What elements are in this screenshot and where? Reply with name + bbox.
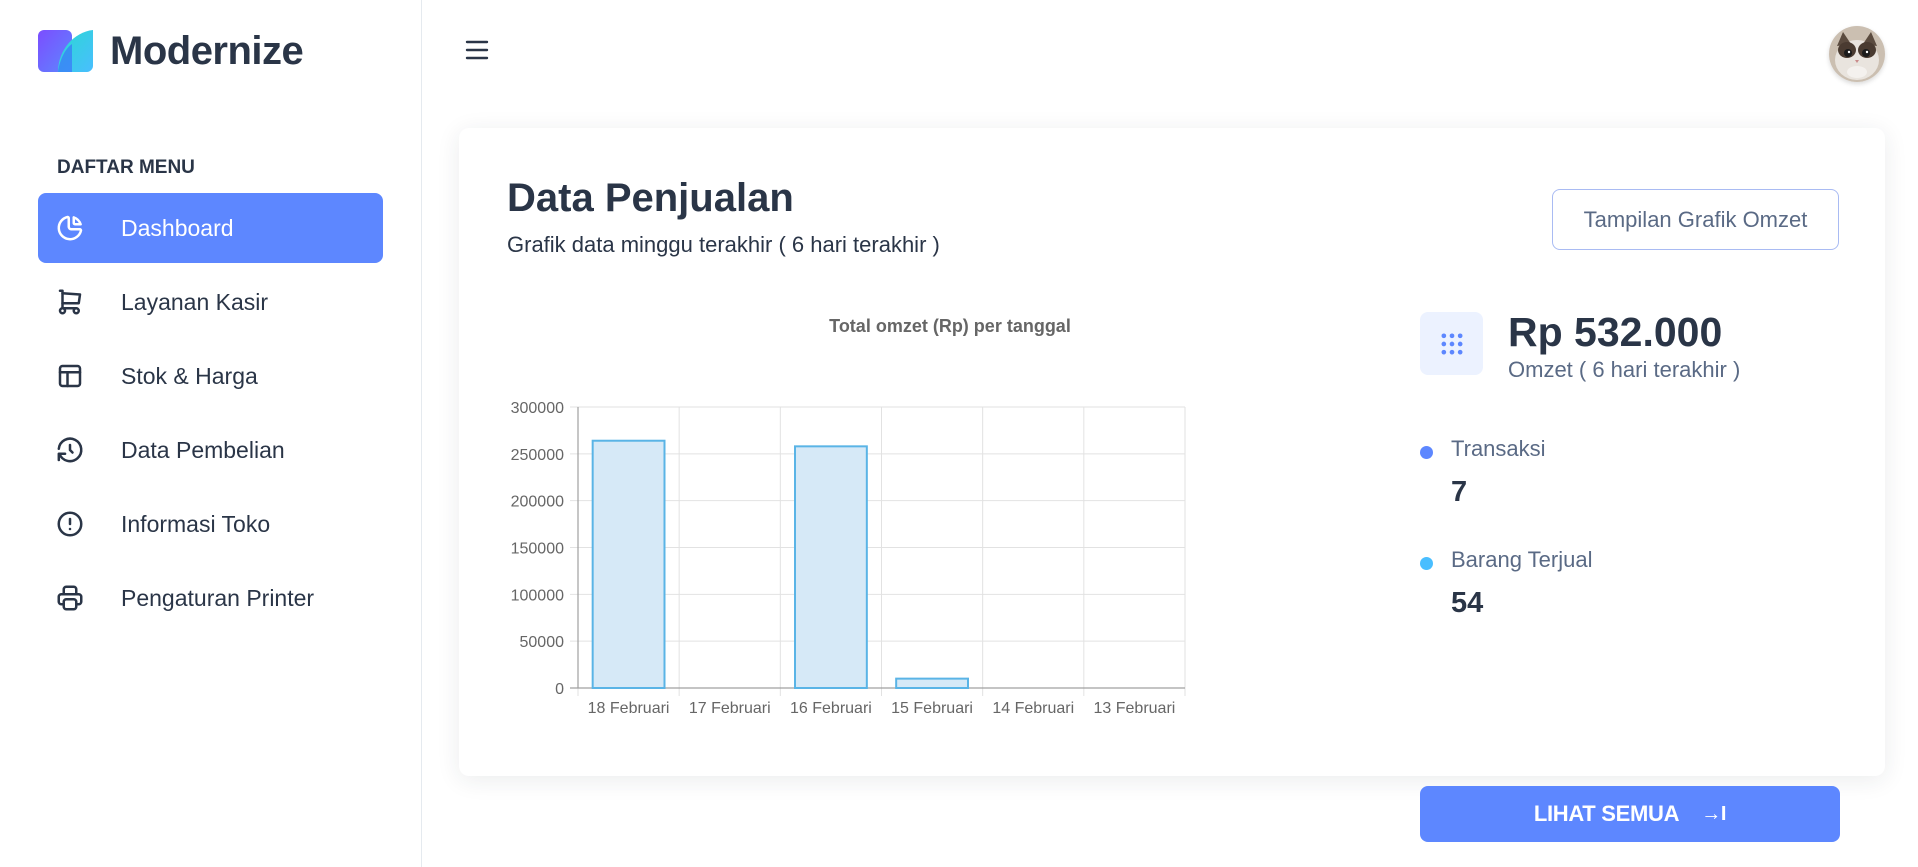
omzet-stat: Rp 532.000 Omzet ( 6 hari terakhir ) xyxy=(1420,312,1840,383)
x-tick-label: 15 Februari xyxy=(891,700,973,717)
sidebar-item-label: Pengaturan Printer xyxy=(121,584,315,611)
x-tick-label: 17 Februari xyxy=(689,700,771,717)
omzet-label: Omzet ( 6 hari terakhir ) xyxy=(1508,357,1741,382)
sidebar-item-informasi-toko[interactable]: Informasi Toko xyxy=(38,489,383,559)
hamburger-icon[interactable] xyxy=(464,38,490,62)
sidebar-item-dashboard[interactable]: Dashboard xyxy=(38,193,383,263)
shopping-cart-icon xyxy=(55,287,85,317)
stats-panel: Rp 532.000 Omzet ( 6 hari terakhir ) Tra… xyxy=(1420,312,1840,842)
chart-toggle-button[interactable]: Tampilan Grafik Omzet xyxy=(1552,189,1839,250)
brand[interactable]: Modernize xyxy=(38,28,304,74)
sidebar-item-label: Stok & Harga xyxy=(121,362,258,389)
x-tick-label: 16 Februari xyxy=(790,700,872,717)
sidebar-item-label: Dashboard xyxy=(121,214,234,241)
sidebar-menu: Dashboard Layanan Kasir Stok & Harga Dat… xyxy=(38,193,383,637)
arrow-right-to-line-icon: →I xyxy=(1701,802,1727,825)
bar xyxy=(895,677,969,689)
grid-dots-icon xyxy=(1420,312,1483,375)
y-tick-label: 0 xyxy=(555,681,564,698)
cat-avatar-icon xyxy=(1829,26,1885,82)
pie-chart-icon xyxy=(55,213,85,243)
sidebar-item-label: Layanan Kasir xyxy=(121,288,269,315)
table-layout-icon xyxy=(55,361,85,391)
card-title: Data Penjualan xyxy=(507,176,794,220)
x-tick-label: 13 Februari xyxy=(1094,700,1176,717)
card-subtitle: Grafik data minggu terakhir ( 6 hari ter… xyxy=(507,232,940,257)
y-tick-label: 150000 xyxy=(511,541,564,558)
y-tick-label: 250000 xyxy=(511,447,564,464)
barang-terjual-value: 54 xyxy=(1451,587,1484,619)
sidebar-item-pengaturan-printer[interactable]: Pengaturan Printer xyxy=(38,563,383,633)
y-tick-label: 100000 xyxy=(511,587,564,604)
y-tick-label: 50000 xyxy=(520,634,565,651)
bar xyxy=(794,445,868,689)
chart-title: Total omzet (Rp) per tanggal xyxy=(829,316,1071,336)
menu-caption: DAFTAR MENU xyxy=(57,157,195,178)
transaksi-label: Transaksi xyxy=(1451,436,1546,461)
transaksi-dot-icon xyxy=(1420,446,1433,459)
see-all-button[interactable]: LIHAT SEMUA →I xyxy=(1420,786,1840,842)
sales-bar-chart: Total omzet (Rp) per tanggal 300000 25000… xyxy=(511,316,1186,717)
y-tick-label: 200000 xyxy=(511,494,564,511)
sidebar-item-label: Informasi Toko xyxy=(121,510,271,537)
x-tick-label: 18 Februari xyxy=(588,700,670,717)
sidebar-item-data-pembelian[interactable]: Data Pembelian xyxy=(38,415,383,485)
omzet-value: Rp 532.000 xyxy=(1508,309,1723,355)
brand-name: Modernize xyxy=(110,28,304,73)
sales-card: Data Penjualan Grafik data minggu terakh… xyxy=(459,128,1885,842)
user-avatar[interactable] xyxy=(1829,26,1885,82)
bar xyxy=(591,439,666,689)
sidebar-item-layanan-kasir[interactable]: Layanan Kasir xyxy=(38,267,383,337)
sidebar: Modernize DAFTAR MENU Dashboard Layanan … xyxy=(0,0,422,867)
barang-dot-icon xyxy=(1420,557,1433,570)
see-all-label: LIHAT SEMUA xyxy=(1533,801,1680,826)
printer-icon xyxy=(55,583,85,613)
sidebar-item-label: Data Pembelian xyxy=(121,436,285,463)
transaksi-value: 7 xyxy=(1451,476,1468,508)
history-icon xyxy=(55,435,85,465)
brand-logo-icon xyxy=(38,30,93,72)
sidebar-item-stok-harga[interactable]: Stok & Harga xyxy=(38,341,383,411)
info-circle-icon xyxy=(55,509,85,539)
x-tick-label: 14 Februari xyxy=(992,700,1074,717)
y-tick-label: 300000 xyxy=(511,400,564,417)
barang-terjual-label: Barang Terjual xyxy=(1451,547,1593,572)
